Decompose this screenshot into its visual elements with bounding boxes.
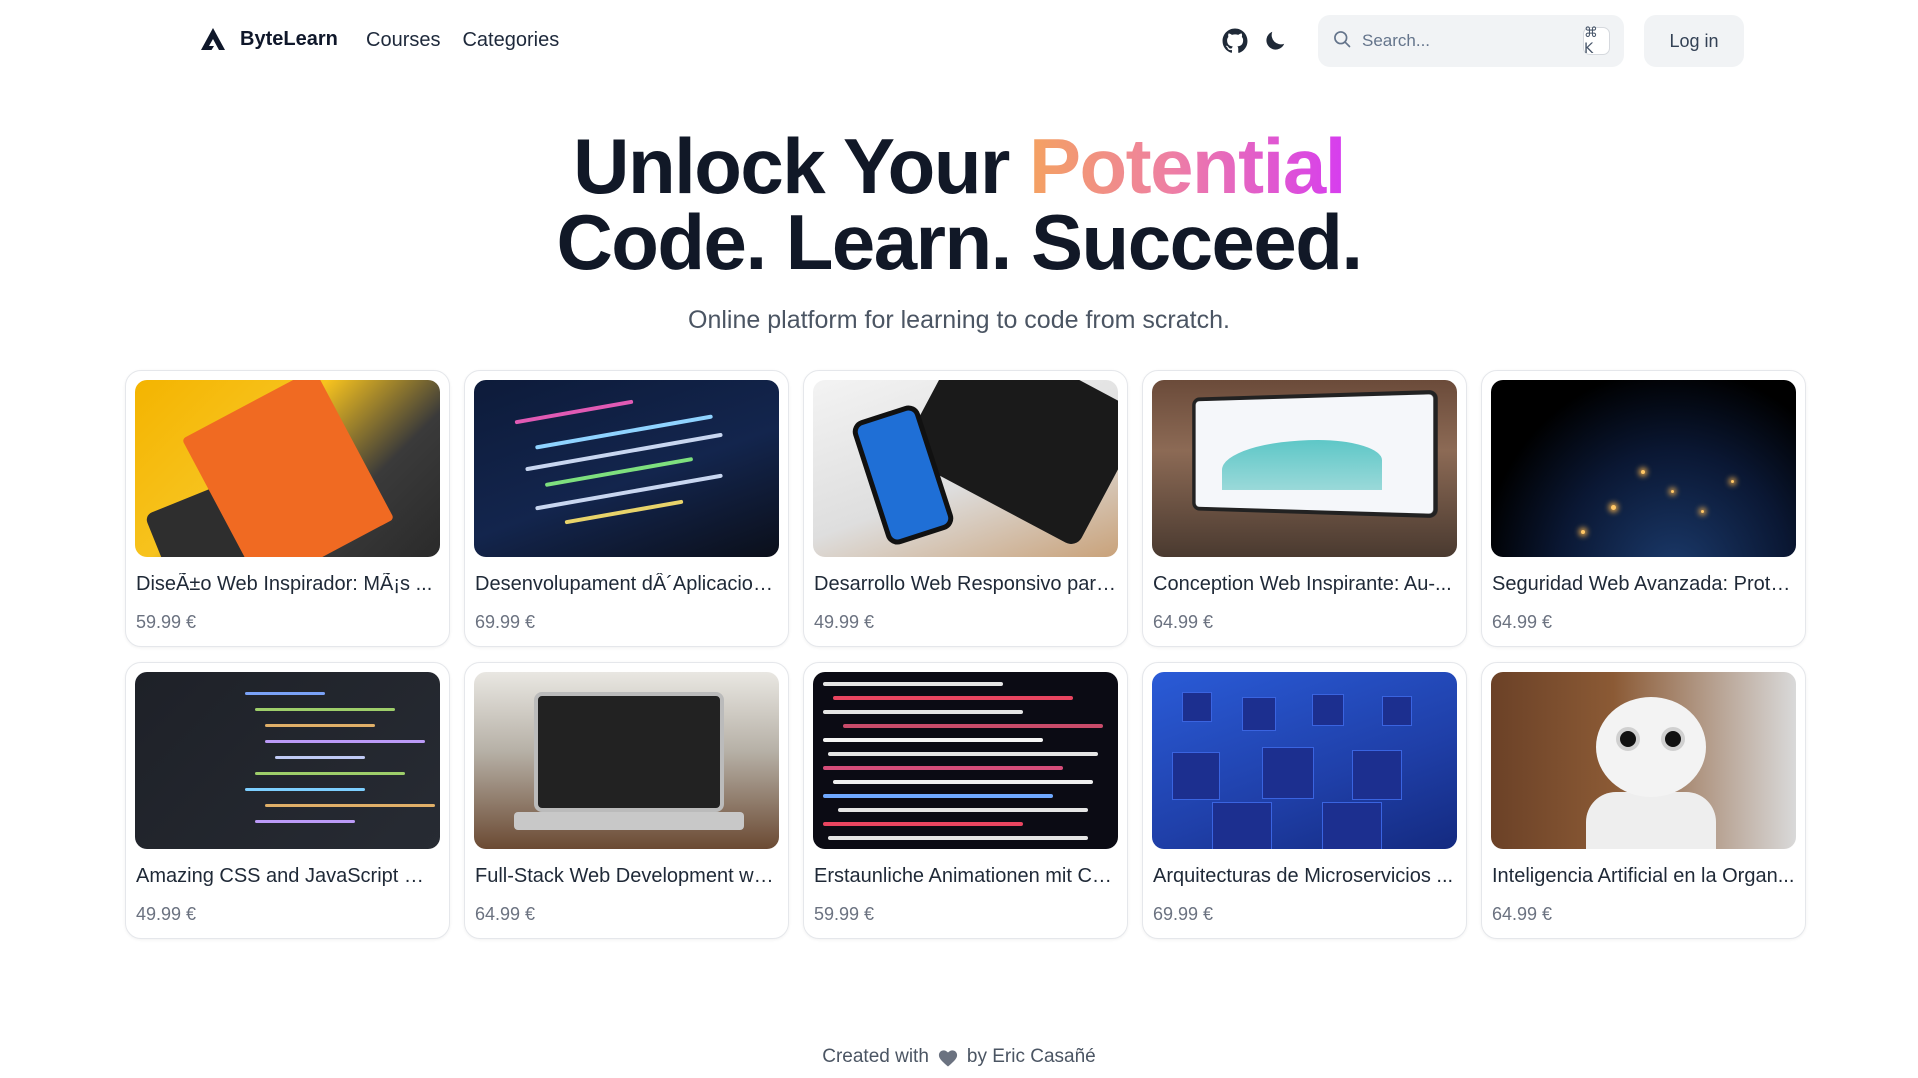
- course-title: Full-Stack Web Development wit...: [475, 865, 779, 887]
- course-title: DiseÃ±o Web Inspirador: MÃ¡s ...: [136, 573, 433, 595]
- search-box[interactable]: ⌘ K: [1318, 15, 1624, 67]
- course-grid: DiseÃ±o Web Inspirador: MÃ¡s ... 59.99 €…: [125, 370, 1806, 939]
- course-thumbnail: [1152, 380, 1457, 557]
- brand-name: ByteLearn: [240, 27, 338, 50]
- course-price: 49.99 €: [814, 612, 875, 632]
- course-card[interactable]: Seguridad Web Avanzada: Prote... 64.99 €: [1481, 370, 1806, 647]
- footer-prefix: Created with: [822, 1046, 929, 1067]
- hero-title-part1: Unlock Your: [573, 122, 1029, 210]
- course-title: Conception Web Inspirante: Au-...: [1153, 573, 1452, 595]
- search-shortcut-badge: ⌘ K: [1583, 25, 1610, 57]
- course-card[interactable]: Desenvolupament dÂ´Aplicacion... 69.99 €: [464, 370, 789, 647]
- course-price: 69.99 €: [475, 612, 536, 632]
- moon-icon[interactable]: [1258, 24, 1292, 58]
- course-title: Seguridad Web Avanzada: Prote...: [1492, 573, 1796, 595]
- login-button[interactable]: Log in: [1644, 15, 1744, 67]
- hero-subtitle: Online platform for learning to code fro…: [688, 306, 1230, 334]
- course-price: 64.99 €: [1492, 904, 1553, 924]
- hero-title-highlight: Potential: [1029, 122, 1346, 210]
- github-icon[interactable]: [1218, 24, 1252, 58]
- search-input[interactable]: [1362, 31, 1583, 51]
- course-price: 59.99 €: [136, 612, 197, 632]
- header-actions: ⌘ K Log in: [1218, 15, 1744, 67]
- course-title: Erstaunliche Animationen mit CS...: [814, 865, 1118, 887]
- course-thumbnail: [813, 380, 1118, 557]
- main-nav: Courses Categories: [366, 29, 559, 52]
- course-card[interactable]: DiseÃ±o Web Inspirador: MÃ¡s ... 59.99 €: [125, 370, 450, 647]
- course-thumbnail: [813, 672, 1118, 849]
- footer-suffix: by Eric Casañé: [966, 1046, 1096, 1067]
- course-thumbnail: [474, 380, 779, 557]
- course-card[interactable]: Desarrollo Web Responsivo para... 49.99 …: [803, 370, 1128, 647]
- course-price: 64.99 €: [475, 904, 536, 924]
- site-footer: Created with by Eric Casañé: [0, 1046, 1918, 1068]
- course-card[interactable]: Arquitecturas de Microservicios ... 69.9…: [1142, 662, 1467, 939]
- course-title: Desarrollo Web Responsivo para...: [814, 573, 1118, 595]
- course-title: Arquitecturas de Microservicios ...: [1153, 865, 1454, 887]
- nav-item-courses[interactable]: Courses: [366, 29, 440, 52]
- course-title: Amazing CSS and JavaScript We...: [136, 865, 440, 887]
- course-price: 64.99 €: [1492, 612, 1553, 632]
- course-card[interactable]: Erstaunliche Animationen mit CS... 59.99…: [803, 662, 1128, 939]
- course-price: 69.99 €: [1153, 904, 1214, 924]
- hero-title-line2: Code. Learn. Succeed.: [556, 198, 1363, 286]
- course-thumbnail: [474, 672, 779, 849]
- hero: Unlock Your Potential Code. Learn. Succe…: [0, 127, 1918, 335]
- course-thumbnail: [135, 672, 440, 849]
- heart-icon: [937, 1047, 959, 1067]
- course-thumbnail: [1491, 380, 1796, 557]
- nav-item-categories[interactable]: Categories: [462, 29, 559, 52]
- course-title: Inteligencia Artificial en la Organ...: [1492, 865, 1795, 887]
- triangle-logo-icon: [200, 26, 226, 52]
- course-title: Desenvolupament dÂ´Aplicacion...: [475, 573, 779, 595]
- brand[interactable]: ByteLearn: [200, 26, 338, 52]
- course-thumbnail: [1152, 672, 1457, 849]
- course-price: 64.99 €: [1153, 612, 1214, 632]
- course-card[interactable]: Conception Web Inspirante: Au-... 64.99 …: [1142, 370, 1467, 647]
- course-card[interactable]: Full-Stack Web Development wit... 64.99 …: [464, 662, 789, 939]
- hero-title: Unlock Your Potential Code. Learn. Succe…: [0, 127, 1918, 281]
- search-icon: [1332, 29, 1352, 54]
- course-card[interactable]: Amazing CSS and JavaScript We... 49.99 €: [125, 662, 450, 939]
- course-thumbnail: [135, 380, 440, 557]
- course-price: 49.99 €: [136, 904, 197, 924]
- site-header: ByteLearn Courses Categories ⌘ K: [0, 0, 1918, 84]
- course-thumbnail: [1491, 672, 1796, 849]
- course-price: 59.99 €: [814, 904, 875, 924]
- course-card[interactable]: Inteligencia Artificial en la Organ... 6…: [1481, 662, 1806, 939]
